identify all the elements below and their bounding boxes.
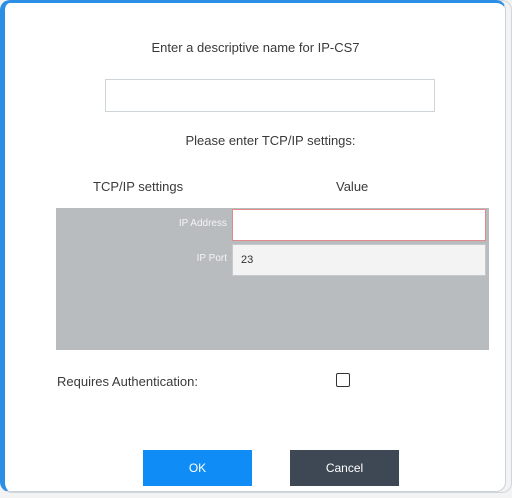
requires-authentication-label: Requires Authentication: <box>57 374 198 389</box>
descriptive-name-input[interactable] <box>105 79 435 112</box>
column-header-value: Value <box>336 179 369 194</box>
ip-port-input[interactable] <box>232 244 486 276</box>
tcp-ip-settings-dialog: Enter a descriptive name for IP-CS7 Plea… <box>0 0 506 492</box>
ip-port-label: IP Port <box>196 253 227 264</box>
ip-address-label: IP Address <box>178 218 227 229</box>
ip-address-input[interactable] <box>232 209 486 241</box>
requires-authentication-checkbox[interactable] <box>336 373 350 387</box>
name-prompt-label: Enter a descriptive name for IP-CS7 <box>151 40 360 55</box>
ok-button[interactable]: OK <box>143 450 252 486</box>
cancel-button[interactable]: Cancel <box>290 450 399 486</box>
tcp-ip-prompt-label: Please enter TCP/IP settings: <box>185 133 356 148</box>
column-header-setting: TCP/IP settings <box>93 179 184 194</box>
tcp-ip-settings-grid: IP Address IP Port <box>56 208 489 350</box>
